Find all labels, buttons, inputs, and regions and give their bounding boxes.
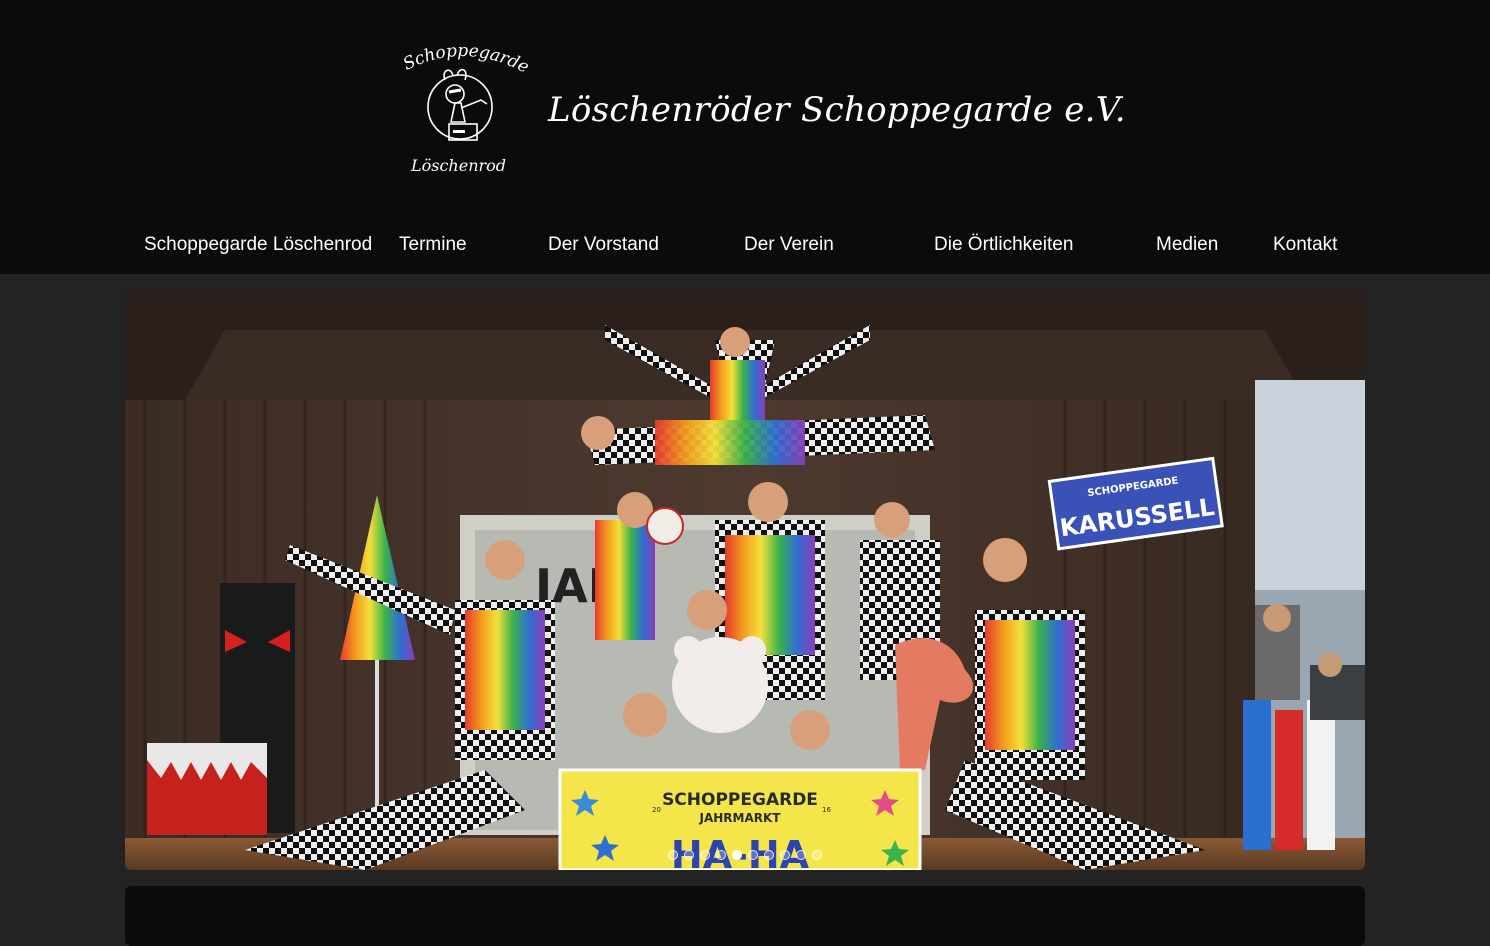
- slide-photo: JAH SCHOPPEGARDE KARUSSELL SCHOPPEGARDE …: [125, 290, 1365, 870]
- slider-dot-7[interactable]: [764, 850, 774, 860]
- nav-item-kontakt[interactable]: Kontakt: [1273, 226, 1337, 264]
- nav-item-der-vorstand[interactable]: Der Vorstand: [548, 226, 659, 264]
- nav-item-termine[interactable]: Termine: [399, 226, 467, 264]
- content-panel: [125, 886, 1365, 946]
- slider-dot-5[interactable]: [732, 850, 742, 860]
- nav-item-die-oertlichkeiten[interactable]: Die Örtlichkeiten: [934, 226, 1073, 264]
- nav-item-der-verein[interactable]: Der Verein: [744, 226, 834, 264]
- site-header: Schoppegarde Löschenrod Löschenröder Sch…: [0, 0, 1490, 274]
- banner-year-right: 16: [822, 806, 831, 814]
- slider-dot-2[interactable]: [684, 850, 694, 860]
- slider-dot-10[interactable]: [812, 850, 822, 860]
- main-nav: Schoppegarde Löschenrod Termine Der Vors…: [0, 226, 1490, 264]
- jester-logo-icon: Schoppegarde Löschenrod: [400, 41, 532, 175]
- image-slider[interactable]: JAH SCHOPPEGARDE KARUSSELL SCHOPPEGARDE …: [125, 290, 1365, 870]
- slider-dot-8[interactable]: [780, 850, 790, 860]
- banner-subtitle: JAHRMARKT: [699, 811, 782, 825]
- banner-title: SCHOPPEGARDE: [662, 790, 818, 810]
- slider-pagination: [125, 850, 1365, 860]
- slider-dot-6[interactable]: [748, 850, 758, 860]
- slider-dot-4[interactable]: [716, 850, 726, 860]
- club-logo[interactable]: Schoppegarde Löschenrod: [395, 41, 532, 177]
- site-title[interactable]: Löschenröder Schoppegarde e.V.: [548, 90, 1126, 130]
- logo-bottom-text: Löschenrod: [410, 156, 506, 175]
- nav-item-schoppegarde-loeschenrod[interactable]: Schoppegarde Löschenrod: [144, 226, 372, 264]
- banner-year-left: 20: [652, 806, 661, 814]
- slider-dot-3[interactable]: [700, 850, 710, 860]
- slider-dot-9[interactable]: [796, 850, 806, 860]
- nav-item-medien[interactable]: Medien: [1156, 226, 1218, 264]
- slider-dot-1[interactable]: [668, 850, 678, 860]
